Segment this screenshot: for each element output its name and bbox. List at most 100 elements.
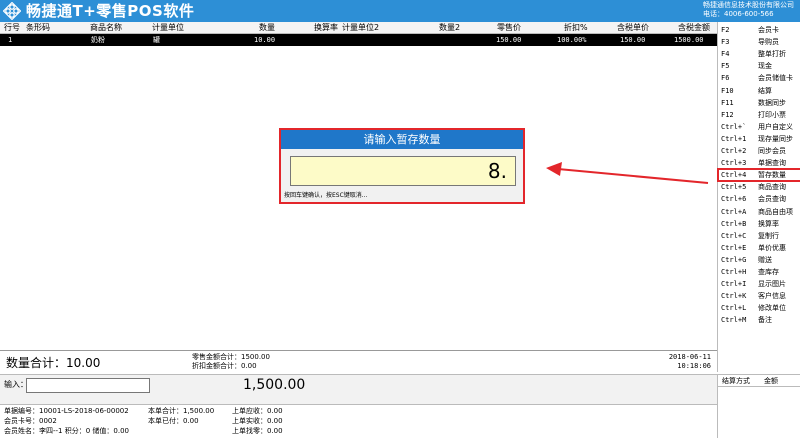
barcode-input[interactable] <box>26 378 150 393</box>
function-key-label: 备注 <box>758 316 772 325</box>
col-qty2: 数量2 <box>439 23 461 32</box>
function-key-ctrl-i[interactable]: Ctrl+I 显示图片 <box>718 278 800 290</box>
col-row-no: 行号 <box>4 23 20 32</box>
function-key-label: 导购员 <box>758 38 779 47</box>
company-name: 畅捷通信息技术股份有限公司 <box>703 1 794 9</box>
function-key-label: 商品自由项 <box>758 207 793 216</box>
payment-amount-header: 金额 <box>764 377 778 385</box>
function-key-ctrl-e[interactable]: Ctrl+E 单价优惠 <box>718 242 800 254</box>
function-key-ctrl-g[interactable]: Ctrl+G 赠送 <box>718 254 800 266</box>
company-info: 畅捷通信息技术股份有限公司 电话：4006-600-566 <box>703 1 794 19</box>
function-key-ctrl-k[interactable]: Ctrl+K 客户信息 <box>718 290 800 302</box>
summary-bar: 数量合计：10.00 零售金额合计：1500.00 折扣金额合计：0.00 20… <box>0 350 717 374</box>
company-phone: 电话：4006-600-566 <box>703 10 774 18</box>
function-key-label: 会员卡 <box>758 26 779 34</box>
input-label: 输入： <box>4 380 28 389</box>
app-title: 畅捷通T+零售POS软件 <box>26 2 195 20</box>
col-retail-price: 零售价 <box>497 23 521 32</box>
function-key-label: 换算率 <box>758 219 779 228</box>
function-key-shortcut: Ctrl+A <box>721 207 747 216</box>
function-key-shortcut: Ctrl+K <box>721 292 747 301</box>
discount-total: 折扣金额合计：0.00 <box>192 362 257 370</box>
col-tax-price: 含税单价 <box>617 23 649 32</box>
function-key-label: 查库存 <box>758 268 779 276</box>
cell-tax-amount: 1500.00 <box>674 36 704 44</box>
table-row[interactable]: 1 奶粉 罐 10.00 150.00 100.00% 150.00 1500.… <box>0 34 717 46</box>
function-key-ctrl-h[interactable]: Ctrl+H 查库存 <box>718 266 800 278</box>
col-qty: 数量 <box>259 23 275 32</box>
function-key-ctrl-l[interactable]: Ctrl+L 修改单位 <box>718 302 800 314</box>
col-rate: 换算率 <box>314 23 338 32</box>
last-receivable: 上单应收：0.00 <box>232 407 283 415</box>
function-key-shortcut: F12 <box>721 110 734 119</box>
function-key-shortcut: Ctrl+4 <box>721 171 747 180</box>
date: 2018-06-11 <box>668 353 711 361</box>
bill-paid: 本单已付：0.00 <box>148 417 199 425</box>
function-key-f5[interactable]: F5 现金 <box>718 60 800 72</box>
payment-header: 结算方式 金额 <box>718 375 800 387</box>
function-key-ctrl-m[interactable]: Ctrl+M 备注 <box>718 314 800 326</box>
function-key-ctrl-a[interactable]: Ctrl+A 商品自由项 <box>718 206 800 218</box>
footer-info: 单据编号：10001-LS-2018-06-00002 会员卡号：0002 会员… <box>0 404 717 438</box>
function-key-shortcut: Ctrl+B <box>721 219 747 228</box>
cell-discount: 100.00% <box>557 36 587 44</box>
function-key-ctrl-4[interactable]: Ctrl+4 暂存数量 <box>717 168 800 183</box>
function-key-shortcut: F6 <box>721 74 730 83</box>
function-key-f4[interactable]: F4 整单打折 <box>718 48 800 60</box>
col-unit2: 计量单位2 <box>342 23 380 32</box>
function-key-shortcut: Ctrl+3 <box>721 159 747 168</box>
function-key-ctrl-c[interactable]: Ctrl+C 复制行 <box>718 230 800 242</box>
function-key-label: 整单打折 <box>758 50 786 59</box>
dialog-hint: 按回车键确认，按ESC键取消... <box>284 192 368 199</box>
cell-retail-price: 150.00 <box>496 36 522 44</box>
function-key-ctrl-3[interactable]: Ctrl+3 单据查询 <box>718 157 800 169</box>
total-amount: 1,500.00 <box>243 377 306 393</box>
cell-name: 奶粉 <box>91 36 105 44</box>
function-key-ctrl-6[interactable]: Ctrl+6 会员查询 <box>718 193 800 205</box>
member-info: 会员姓名：李四--1 积分：0 储值：0.00 <box>4 427 129 435</box>
function-key-label: 单价优惠 <box>758 243 786 252</box>
last-received: 上单实收：0.00 <box>232 417 283 425</box>
function-key-ctrl-b[interactable]: Ctrl+B 换算率 <box>718 218 800 230</box>
function-key-ctrl[interactable]: Ctrl+` 用户自定义 <box>718 121 800 133</box>
function-key-label: 现存量同步 <box>758 134 793 143</box>
app-logo-icon <box>3 2 21 20</box>
function-key-shortcut: Ctrl+G <box>721 255 747 264</box>
cell-row-no: 1 <box>8 36 13 44</box>
function-key-shortcut: F10 <box>721 86 734 95</box>
function-key-f2[interactable]: F2 会员卡 <box>718 24 800 36</box>
input-row: 输入： 1,500.00 <box>0 374 717 404</box>
function-key-label: 单据查询 <box>758 159 786 168</box>
function-key-f6[interactable]: F6 会员储值卡 <box>718 72 800 84</box>
function-key-label: 会员储值卡 <box>758 74 793 83</box>
dialog-title: 请输入暂存数量 <box>281 130 523 149</box>
function-key-ctrl-5[interactable]: Ctrl+5 商品查询 <box>718 181 800 193</box>
col-unit: 计量单位 <box>152 23 184 32</box>
function-key-shortcut: Ctrl+1 <box>721 134 747 143</box>
function-key-f12[interactable]: F12 打印小票 <box>718 109 800 121</box>
col-tax-amount: 含税金额 <box>678 23 710 32</box>
function-key-label: 会员查询 <box>758 195 786 204</box>
col-discount: 折扣% <box>564 23 588 32</box>
total-qty: 数量合计：10.00 <box>6 356 101 370</box>
function-key-shortcut: Ctrl+H <box>721 268 747 276</box>
qty-input[interactable]: 8. <box>290 156 516 186</box>
function-key-ctrl-2[interactable]: Ctrl+2 同步会员 <box>718 145 800 157</box>
function-key-shortcut: F3 <box>721 38 730 47</box>
function-key-label: 暂存数量 <box>758 171 786 180</box>
function-key-f3[interactable]: F3 导购员 <box>718 36 800 48</box>
function-key-f10[interactable]: F10 结算 <box>718 85 800 97</box>
function-key-label: 商品查询 <box>758 183 786 192</box>
function-key-ctrl-1[interactable]: Ctrl+1 现存量同步 <box>718 133 800 145</box>
function-key-label: 同步会员 <box>758 147 786 155</box>
payment-panel: 结算方式 金额 <box>717 374 800 438</box>
totals-block: 零售金额合计：1500.00 折扣金额合计：0.00 <box>192 353 270 371</box>
function-key-shortcut: Ctrl+` <box>721 122 747 131</box>
function-key-shortcut: Ctrl+L <box>721 304 747 313</box>
function-key-shortcut: Ctrl+I <box>721 280 747 289</box>
datetime: 2018-06-11 10:18:06 <box>669 353 711 371</box>
payment-method-header: 结算方式 <box>722 377 750 385</box>
function-key-label: 数据同步 <box>758 98 786 107</box>
function-key-f11[interactable]: F11 数据同步 <box>718 97 800 109</box>
last-change: 上单找零：0.00 <box>232 427 283 435</box>
